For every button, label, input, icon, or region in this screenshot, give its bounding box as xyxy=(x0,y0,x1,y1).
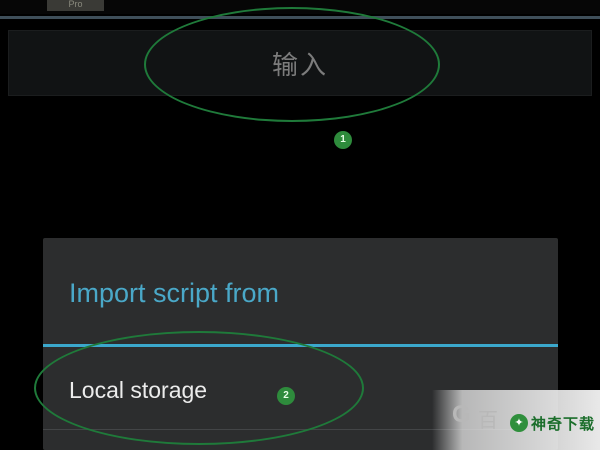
pro-tab[interactable]: Pro xyxy=(47,0,104,11)
watermark: G 百 ✦ 神奇下载 xyxy=(432,390,600,450)
dialog-title: Import script from xyxy=(69,278,280,308)
watermark-g-icon: G xyxy=(452,401,471,428)
annotation-marker-2: 2 xyxy=(277,387,295,405)
watermark-text-1: 百 xyxy=(478,408,498,432)
watermark-logo-icon: ✦ xyxy=(510,414,528,432)
watermark-text-2: 神奇下载 xyxy=(531,415,596,433)
annotation-ellipse-2 xyxy=(34,331,364,445)
annotation-marker-1: 1 xyxy=(334,131,352,149)
annotation-ellipse-1 xyxy=(144,7,440,122)
